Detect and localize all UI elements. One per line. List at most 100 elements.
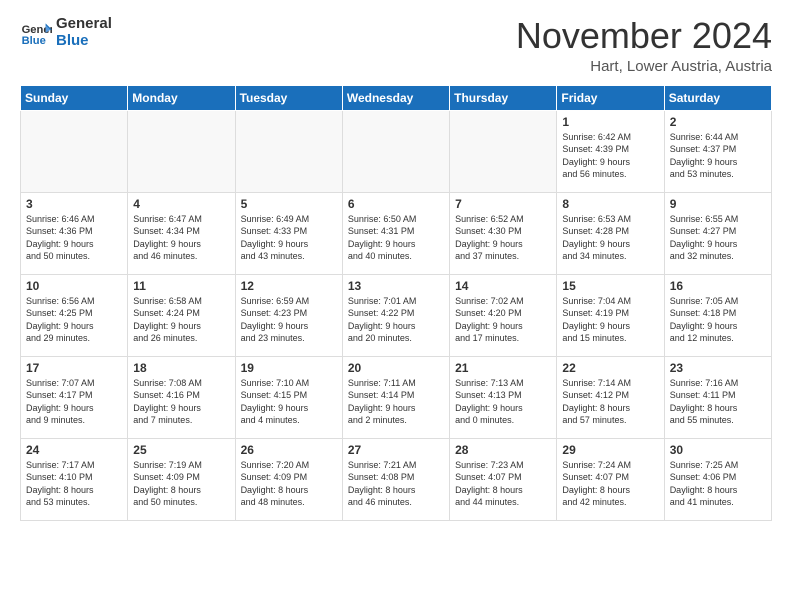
day-number: 12 (241, 279, 337, 293)
day-number: 13 (348, 279, 444, 293)
svg-text:Blue: Blue (22, 35, 46, 47)
day-number: 9 (670, 197, 766, 211)
calendar-week-row: 24Sunrise: 7:17 AM Sunset: 4:10 PM Dayli… (21, 438, 772, 520)
calendar-cell: 10Sunrise: 6:56 AM Sunset: 4:25 PM Dayli… (21, 274, 128, 356)
calendar-cell: 3 Sunrise: 6:46 AM Sunset: 4:36 PM Daylig… (21, 192, 128, 274)
day-number: 24 (26, 443, 122, 457)
calendar-week-row: 3 Sunrise: 6:46 AM Sunset: 4:36 PM Daylig… (21, 192, 772, 274)
day-number: 8 (562, 197, 658, 211)
day-info: Sunrise: 7:16 AM Sunset: 4:11 PM Dayligh… (670, 377, 766, 427)
day-info: Sunrise: 7:24 AM Sunset: 4:07 PM Dayligh… (562, 459, 658, 509)
day-number: 3 (26, 197, 122, 211)
calendar-cell: 25 Sunrise: 7:19 AM Sunset: 4:09 PM Dayli… (128, 438, 235, 520)
calendar-cell (342, 110, 449, 192)
month-title: November 2024 (516, 16, 772, 56)
day-number: 7 (455, 197, 551, 211)
day-number: 27 (348, 443, 444, 457)
day-number: 30 (670, 443, 766, 457)
day-info: Sunrise: 7:19 AM Sunset: 4:09 PM Dayligh… (133, 459, 229, 509)
day-info: Sunrise: 7:01 AM Sunset: 4:22 PM Dayligh… (348, 295, 444, 345)
day-info: Sunrise: 7:21 AM Sunset: 4:08 PM Dayligh… (348, 459, 444, 509)
day-info: Sunrise: 7:05 AM Sunset: 4:18 PM Dayligh… (670, 295, 766, 345)
calendar-cell: 22Sunrise: 7:14 AM Sunset: 4:12 PM Dayli… (557, 356, 664, 438)
calendar-cell: 16Sunrise: 7:05 AM Sunset: 4:18 PM Dayli… (664, 274, 771, 356)
calendar-cell: 15 Sunrise: 7:04 AM Sunset: 4:19 PM Dayli… (557, 274, 664, 356)
day-info: Sunrise: 7:07 AM Sunset: 4:17 PM Dayligh… (26, 377, 122, 427)
location-title: Hart, Lower Austria, Austria (516, 58, 772, 75)
day-info: Sunrise: 6:42 AM Sunset: 4:39 PM Dayligh… (562, 131, 658, 181)
logo-general: General (56, 16, 112, 33)
weekday-header: Saturday (664, 85, 771, 110)
day-number: 1 (562, 115, 658, 129)
day-info: Sunrise: 6:55 AM Sunset: 4:27 PM Dayligh… (670, 213, 766, 263)
logo-icon: General Blue (20, 17, 52, 49)
day-number: 21 (455, 361, 551, 375)
title-block: November 2024 Hart, Lower Austria, Austr… (516, 16, 772, 75)
calendar-cell: 6 Sunrise: 6:50 AM Sunset: 4:31 PM Daylig… (342, 192, 449, 274)
day-info: Sunrise: 7:13 AM Sunset: 4:13 PM Dayligh… (455, 377, 551, 427)
page: General Blue General Blue November 2024 … (0, 0, 792, 531)
day-info: Sunrise: 6:49 AM Sunset: 4:33 PM Dayligh… (241, 213, 337, 263)
calendar-cell: 9 Sunrise: 6:55 AM Sunset: 4:27 PM Daylig… (664, 192, 771, 274)
weekday-header-row: SundayMondayTuesdayWednesdayThursdayFrid… (21, 85, 772, 110)
calendar-week-row: 10Sunrise: 6:56 AM Sunset: 4:25 PM Dayli… (21, 274, 772, 356)
day-number: 28 (455, 443, 551, 457)
day-number: 23 (670, 361, 766, 375)
day-number: 25 (133, 443, 229, 457)
day-number: 5 (241, 197, 337, 211)
calendar-cell: 28 Sunrise: 7:23 AM Sunset: 4:07 PM Dayli… (450, 438, 557, 520)
day-info: Sunrise: 7:04 AM Sunset: 4:19 PM Dayligh… (562, 295, 658, 345)
weekday-header: Monday (128, 85, 235, 110)
day-info: Sunrise: 7:11 AM Sunset: 4:14 PM Dayligh… (348, 377, 444, 427)
calendar-cell: 21 Sunrise: 7:13 AM Sunset: 4:13 PM Dayli… (450, 356, 557, 438)
day-number: 18 (133, 361, 229, 375)
calendar-cell: 27 Sunrise: 7:21 AM Sunset: 4:08 PM Dayli… (342, 438, 449, 520)
calendar-cell: 8Sunrise: 6:53 AM Sunset: 4:28 PM Daylig… (557, 192, 664, 274)
day-info: Sunrise: 7:23 AM Sunset: 4:07 PM Dayligh… (455, 459, 551, 509)
day-number: 2 (670, 115, 766, 129)
day-info: Sunrise: 7:08 AM Sunset: 4:16 PM Dayligh… (133, 377, 229, 427)
day-number: 19 (241, 361, 337, 375)
header: General Blue General Blue November 2024 … (20, 16, 772, 75)
calendar-cell: 5 Sunrise: 6:49 AM Sunset: 4:33 PM Daylig… (235, 192, 342, 274)
day-number: 22 (562, 361, 658, 375)
calendar-cell: 12 Sunrise: 6:59 AM Sunset: 4:23 PM Dayli… (235, 274, 342, 356)
calendar-cell: 2 Sunrise: 6:44 AM Sunset: 4:37 PM Daylig… (664, 110, 771, 192)
calendar-cell: 17Sunrise: 7:07 AM Sunset: 4:17 PM Dayli… (21, 356, 128, 438)
day-info: Sunrise: 6:44 AM Sunset: 4:37 PM Dayligh… (670, 131, 766, 181)
weekday-header: Friday (557, 85, 664, 110)
calendar-cell: 29Sunrise: 7:24 AM Sunset: 4:07 PM Dayli… (557, 438, 664, 520)
logo-blue: Blue (56, 33, 112, 50)
day-info: Sunrise: 6:59 AM Sunset: 4:23 PM Dayligh… (241, 295, 337, 345)
calendar-cell: 30Sunrise: 7:25 AM Sunset: 4:06 PM Dayli… (664, 438, 771, 520)
calendar-cell: 19Sunrise: 7:10 AM Sunset: 4:15 PM Dayli… (235, 356, 342, 438)
calendar-cell (235, 110, 342, 192)
day-info: Sunrise: 6:52 AM Sunset: 4:30 PM Dayligh… (455, 213, 551, 263)
day-info: Sunrise: 6:50 AM Sunset: 4:31 PM Dayligh… (348, 213, 444, 263)
calendar-cell: 1 Sunrise: 6:42 AM Sunset: 4:39 PM Daylig… (557, 110, 664, 192)
day-info: Sunrise: 6:47 AM Sunset: 4:34 PM Dayligh… (133, 213, 229, 263)
weekday-header: Thursday (450, 85, 557, 110)
day-info: Sunrise: 7:02 AM Sunset: 4:20 PM Dayligh… (455, 295, 551, 345)
calendar-cell: 4 Sunrise: 6:47 AM Sunset: 4:34 PM Daylig… (128, 192, 235, 274)
calendar-cell (128, 110, 235, 192)
day-number: 11 (133, 279, 229, 293)
calendar-week-row: 17Sunrise: 7:07 AM Sunset: 4:17 PM Dayli… (21, 356, 772, 438)
day-number: 6 (348, 197, 444, 211)
weekday-header: Tuesday (235, 85, 342, 110)
calendar-cell (21, 110, 128, 192)
logo: General Blue General Blue (20, 16, 112, 49)
calendar-cell: 24Sunrise: 7:17 AM Sunset: 4:10 PM Dayli… (21, 438, 128, 520)
calendar-cell: 18 Sunrise: 7:08 AM Sunset: 4:16 PM Dayli… (128, 356, 235, 438)
day-number: 4 (133, 197, 229, 211)
weekday-header: Sunday (21, 85, 128, 110)
day-number: 10 (26, 279, 122, 293)
day-number: 14 (455, 279, 551, 293)
day-info: Sunrise: 6:46 AM Sunset: 4:36 PM Dayligh… (26, 213, 122, 263)
calendar-cell: 7 Sunrise: 6:52 AM Sunset: 4:30 PM Daylig… (450, 192, 557, 274)
day-number: 26 (241, 443, 337, 457)
calendar-cell: 13 Sunrise: 7:01 AM Sunset: 4:22 PM Dayli… (342, 274, 449, 356)
day-number: 15 (562, 279, 658, 293)
weekday-header: Wednesday (342, 85, 449, 110)
day-info: Sunrise: 7:20 AM Sunset: 4:09 PM Dayligh… (241, 459, 337, 509)
